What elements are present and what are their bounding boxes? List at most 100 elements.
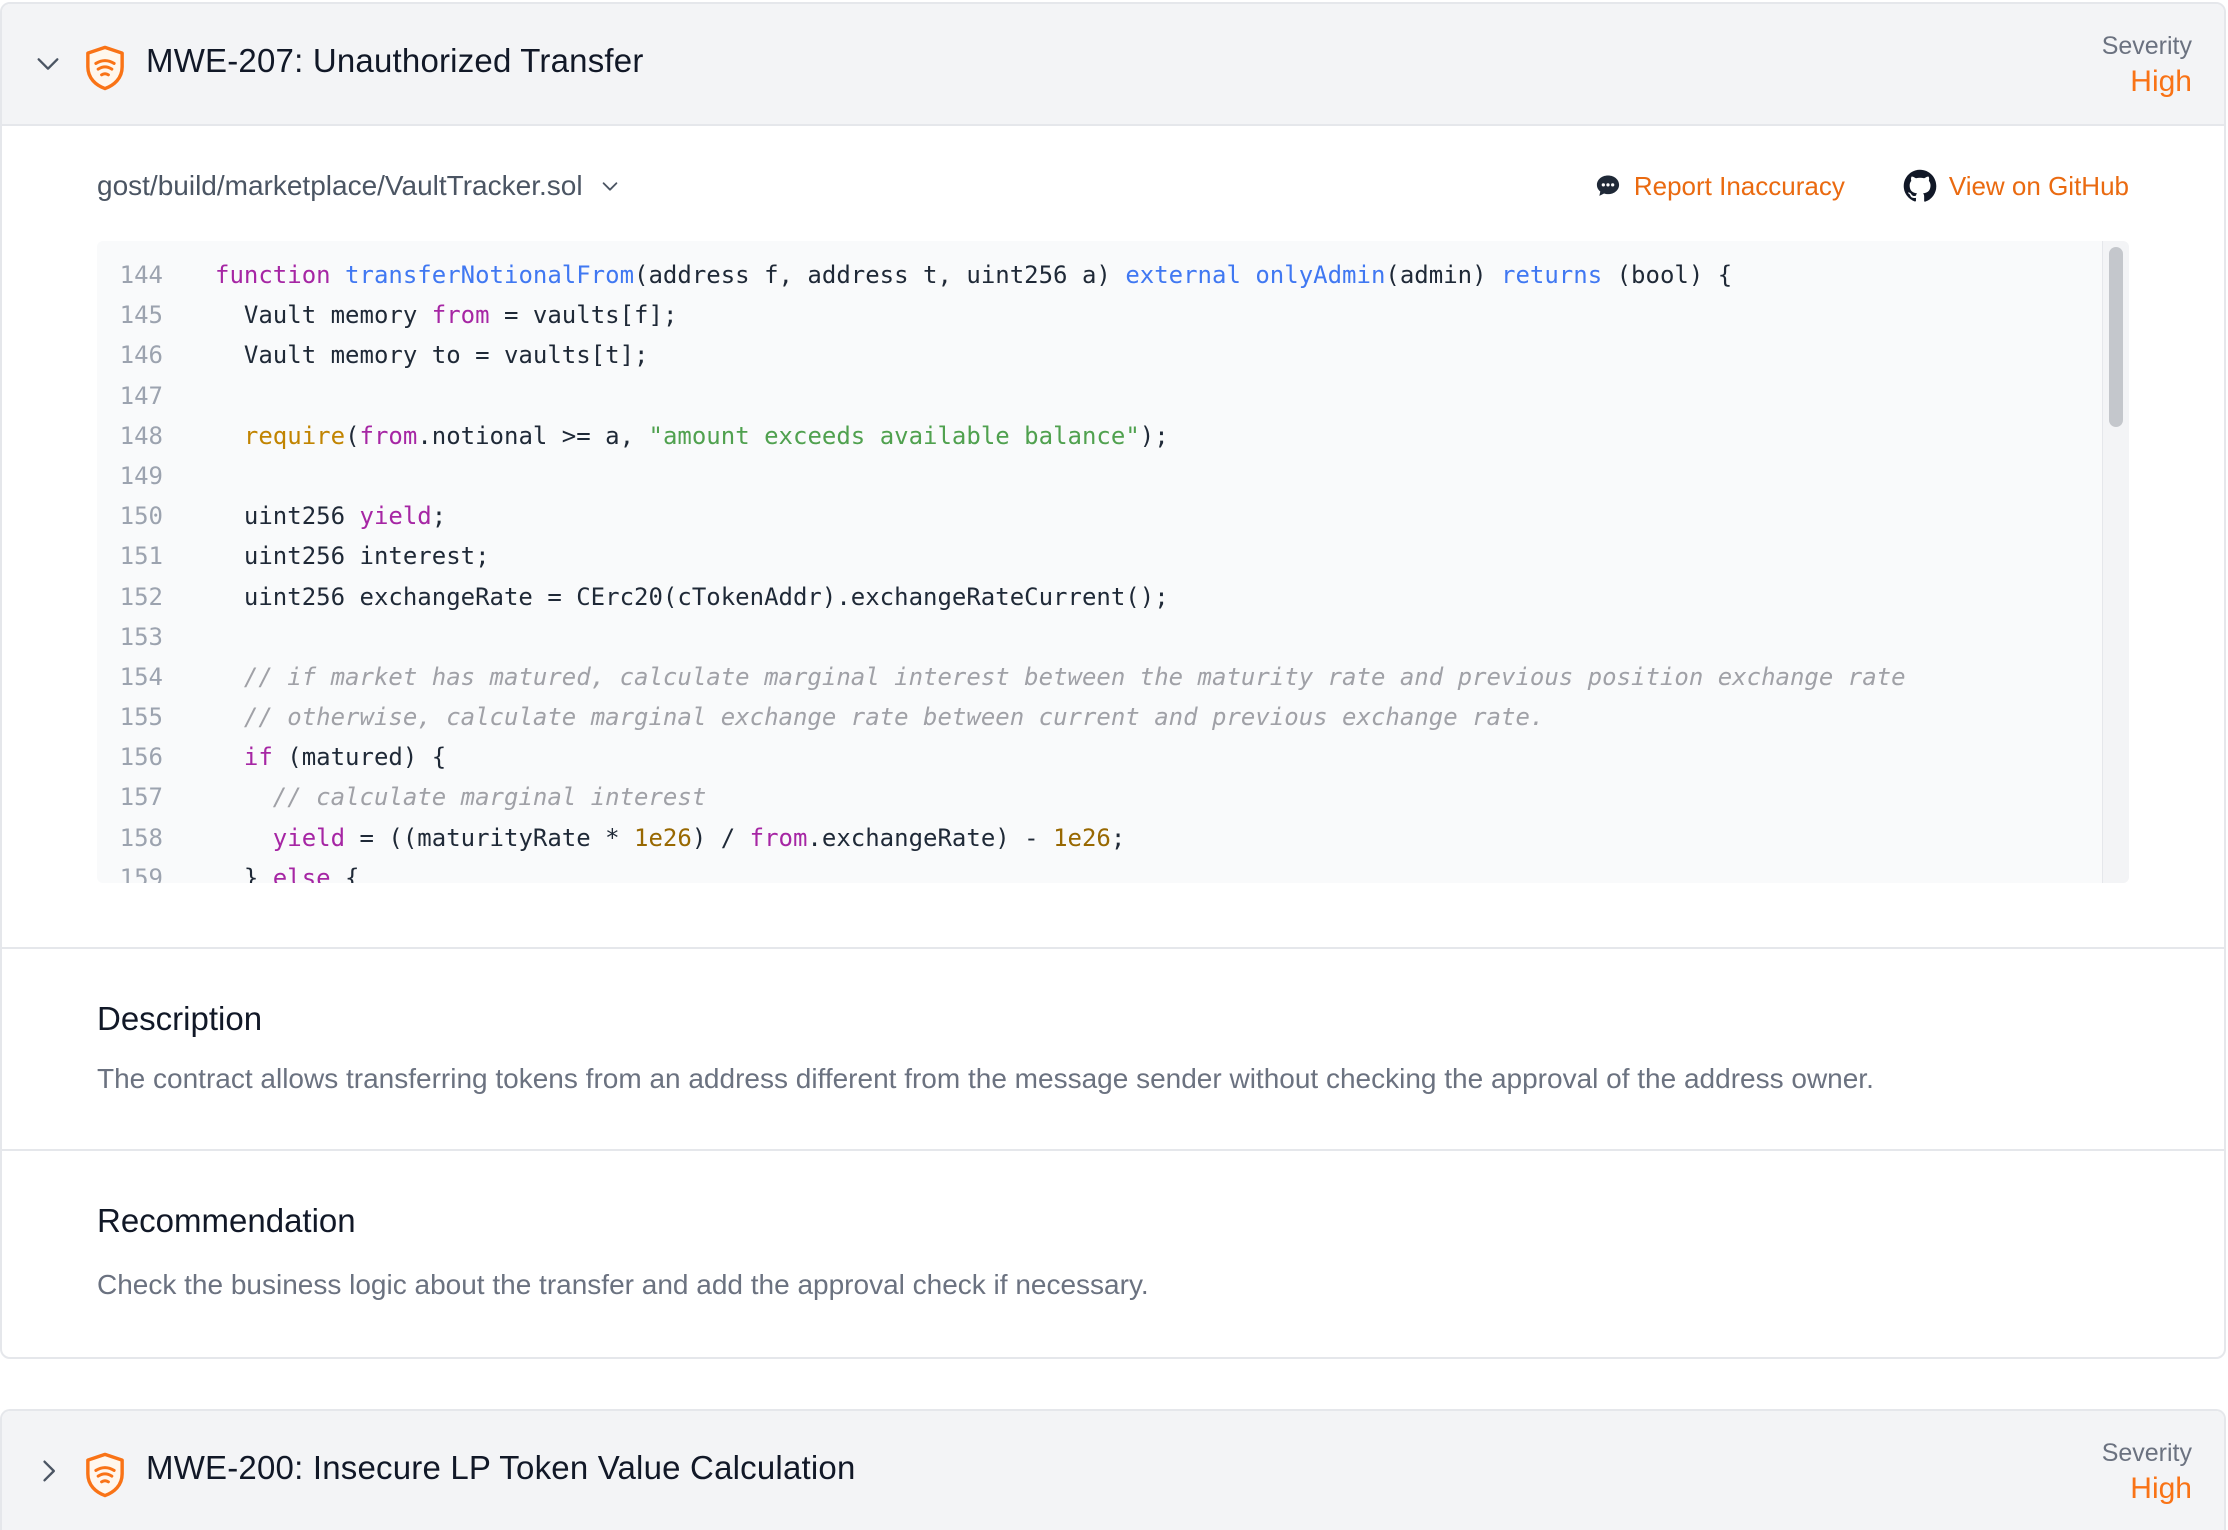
code-token: yield <box>272 823 346 852</box>
code-line: 150 uint256 yield; <box>97 496 2103 536</box>
severity-value: High <box>2130 65 2192 98</box>
file-path-dropdown[interactable]: gost/build/marketplace/VaultTracker.sol <box>97 166 583 206</box>
code-line: 146 Vault memory to = vaults[t]; <box>97 335 2103 375</box>
scrollbar-thumb[interactable] <box>2109 247 2123 427</box>
code-token: else <box>272 863 331 883</box>
line-number: 151 <box>119 542 163 571</box>
severity: Severity High <box>2102 1437 2192 1509</box>
severity-label: Severity <box>2101 32 2192 60</box>
code-token: transferNotionalFrom <box>345 261 635 289</box>
comment-icon <box>1596 175 1619 196</box>
report-inaccuracy-link[interactable]: Report Inaccuracy <box>1594 171 1845 202</box>
line-number: 148 <box>119 421 163 450</box>
description-title: Description <box>97 1000 263 1037</box>
code-token: uint256 exchangeRate = CErc20(cTokenAddr… <box>215 582 1169 611</box>
line-number: 157 <box>119 783 163 812</box>
line-number: 156 <box>119 743 163 772</box>
code-token: yield <box>359 502 432 531</box>
code-token: from <box>359 421 418 450</box>
line-number: 154 <box>119 662 163 691</box>
code-token: Vault memory to = vaults[t]; <box>215 341 649 370</box>
recommendation-text: Check the business logic about the trans… <box>97 1269 1149 1300</box>
code-line: 153 <box>97 617 2103 657</box>
issue-title: MWE-200: Insecure LP Token Value Calcula… <box>146 1449 856 1486</box>
code-token: uint256 <box>215 502 360 531</box>
code-line: 148 require(from.notional >= a, "amount … <box>97 416 2103 456</box>
code-token: Vault memory <box>215 301 432 330</box>
recommendation-title: Recommendation <box>97 1202 356 1239</box>
github-icon <box>1903 169 1937 202</box>
issue-header[interactable]: MWE-200: Insecure LP Token Value Calcula… <box>2 1411 2224 1530</box>
code-token: ); <box>1139 421 1169 450</box>
code-token: (bool) { <box>1602 261 1733 289</box>
file-row: gost/build/marketplace/VaultTracker.sol … <box>97 166 2129 206</box>
code-token: 1e26 <box>634 823 692 852</box>
line-number: 159 <box>119 863 163 883</box>
report-inaccuracy-label: Report Inaccuracy <box>1633 170 1845 201</box>
issue-title: MWE-207: Unauthorized Transfer <box>146 42 644 79</box>
view-on-github-label: View on GitHub <box>1948 170 2129 201</box>
code-token: } <box>215 863 273 883</box>
code-line: 151 uint256 interest; <box>97 536 2103 576</box>
code-token: function <box>215 261 346 289</box>
line-number: 146 <box>119 341 163 370</box>
shield-icon <box>86 45 124 91</box>
code-token: 1e26 <box>1053 823 1111 852</box>
code-viewer[interactable]: 144 function transferNotionalFrom(address… <box>97 241 2129 883</box>
code-token: ) / <box>691 823 750 852</box>
code-line: 147 <box>97 376 2103 416</box>
code-line: 144 function transferNotionalFrom(address… <box>97 255 2103 295</box>
line-number: 153 <box>119 622 163 651</box>
chevron-down-icon[interactable] <box>34 50 62 78</box>
code-token: (admin) <box>1385 261 1501 289</box>
code-token: { <box>330 863 360 883</box>
code-line: 157 // calculate marginal interest <box>97 777 2103 817</box>
code-token: "amount exceeds available balance" <box>648 421 1140 450</box>
scrollbar[interactable] <box>2102 241 2129 883</box>
code-token: external <box>1125 261 1241 289</box>
code-line: 145 Vault memory from = vaults[f]; <box>97 295 2103 335</box>
line-number: 155 <box>119 703 163 732</box>
code-token: (address f, address t, uint256 a) <box>634 261 1126 289</box>
code-token: from <box>431 301 490 330</box>
code-token: // if market has matured, calculate marg… <box>243 662 1906 691</box>
code-line: 149 <box>97 456 2103 496</box>
line-number: 145 <box>119 301 163 330</box>
code-line: 155 // otherwise, calculate marginal exc… <box>97 697 2103 737</box>
code-token: = vaults[f]; <box>489 301 678 330</box>
code-token: // otherwise, calculate marginal exchang… <box>243 703 1545 732</box>
code-line: 158 yield = ((maturityRate * 1e26) / fro… <box>97 818 2103 858</box>
code-lines: 144 function transferNotionalFrom(address… <box>97 255 2103 883</box>
line-number: 144 <box>119 261 163 289</box>
code-token: = ((maturityRate * <box>345 823 635 852</box>
line-number: 147 <box>119 381 163 410</box>
code-line: 152 uint256 exchangeRate = CErc20(cToken… <box>97 577 2103 617</box>
description-text: The contract allows transferring tokens … <box>97 1063 1874 1094</box>
code-token: uint256 interest; <box>215 542 490 571</box>
chevron-down-icon[interactable] <box>599 175 621 197</box>
code-token: .exchangeRate) - <box>807 823 1054 852</box>
code-token: require <box>243 421 346 450</box>
code-token: ; <box>431 502 447 531</box>
code-line: 156 if (matured) { <box>97 737 2103 777</box>
issue-card: MWE-207: Unauthorized Transfer Severity … <box>0 2 2226 1359</box>
issue-header[interactable]: MWE-207: Unauthorized Transfer Severity … <box>2 4 2224 126</box>
code-token: // calculate marginal interest <box>272 783 707 812</box>
actions: Report Inaccuracy View on GitHub <box>1594 166 2129 206</box>
severity: Severity High <box>2102 30 2192 102</box>
severity-value: High <box>2130 1472 2192 1505</box>
code-line: 159 } else { <box>97 858 2103 883</box>
line-number: 150 <box>119 502 163 531</box>
code-token: onlyAdmin <box>1255 261 1386 289</box>
view-on-github-link[interactable]: View on GitHub <box>1903 169 2129 203</box>
code-token: (matured) { <box>272 743 447 772</box>
divider <box>2 947 2224 949</box>
chevron-right-icon[interactable] <box>34 1457 62 1485</box>
code-token: ; <box>1110 823 1126 852</box>
